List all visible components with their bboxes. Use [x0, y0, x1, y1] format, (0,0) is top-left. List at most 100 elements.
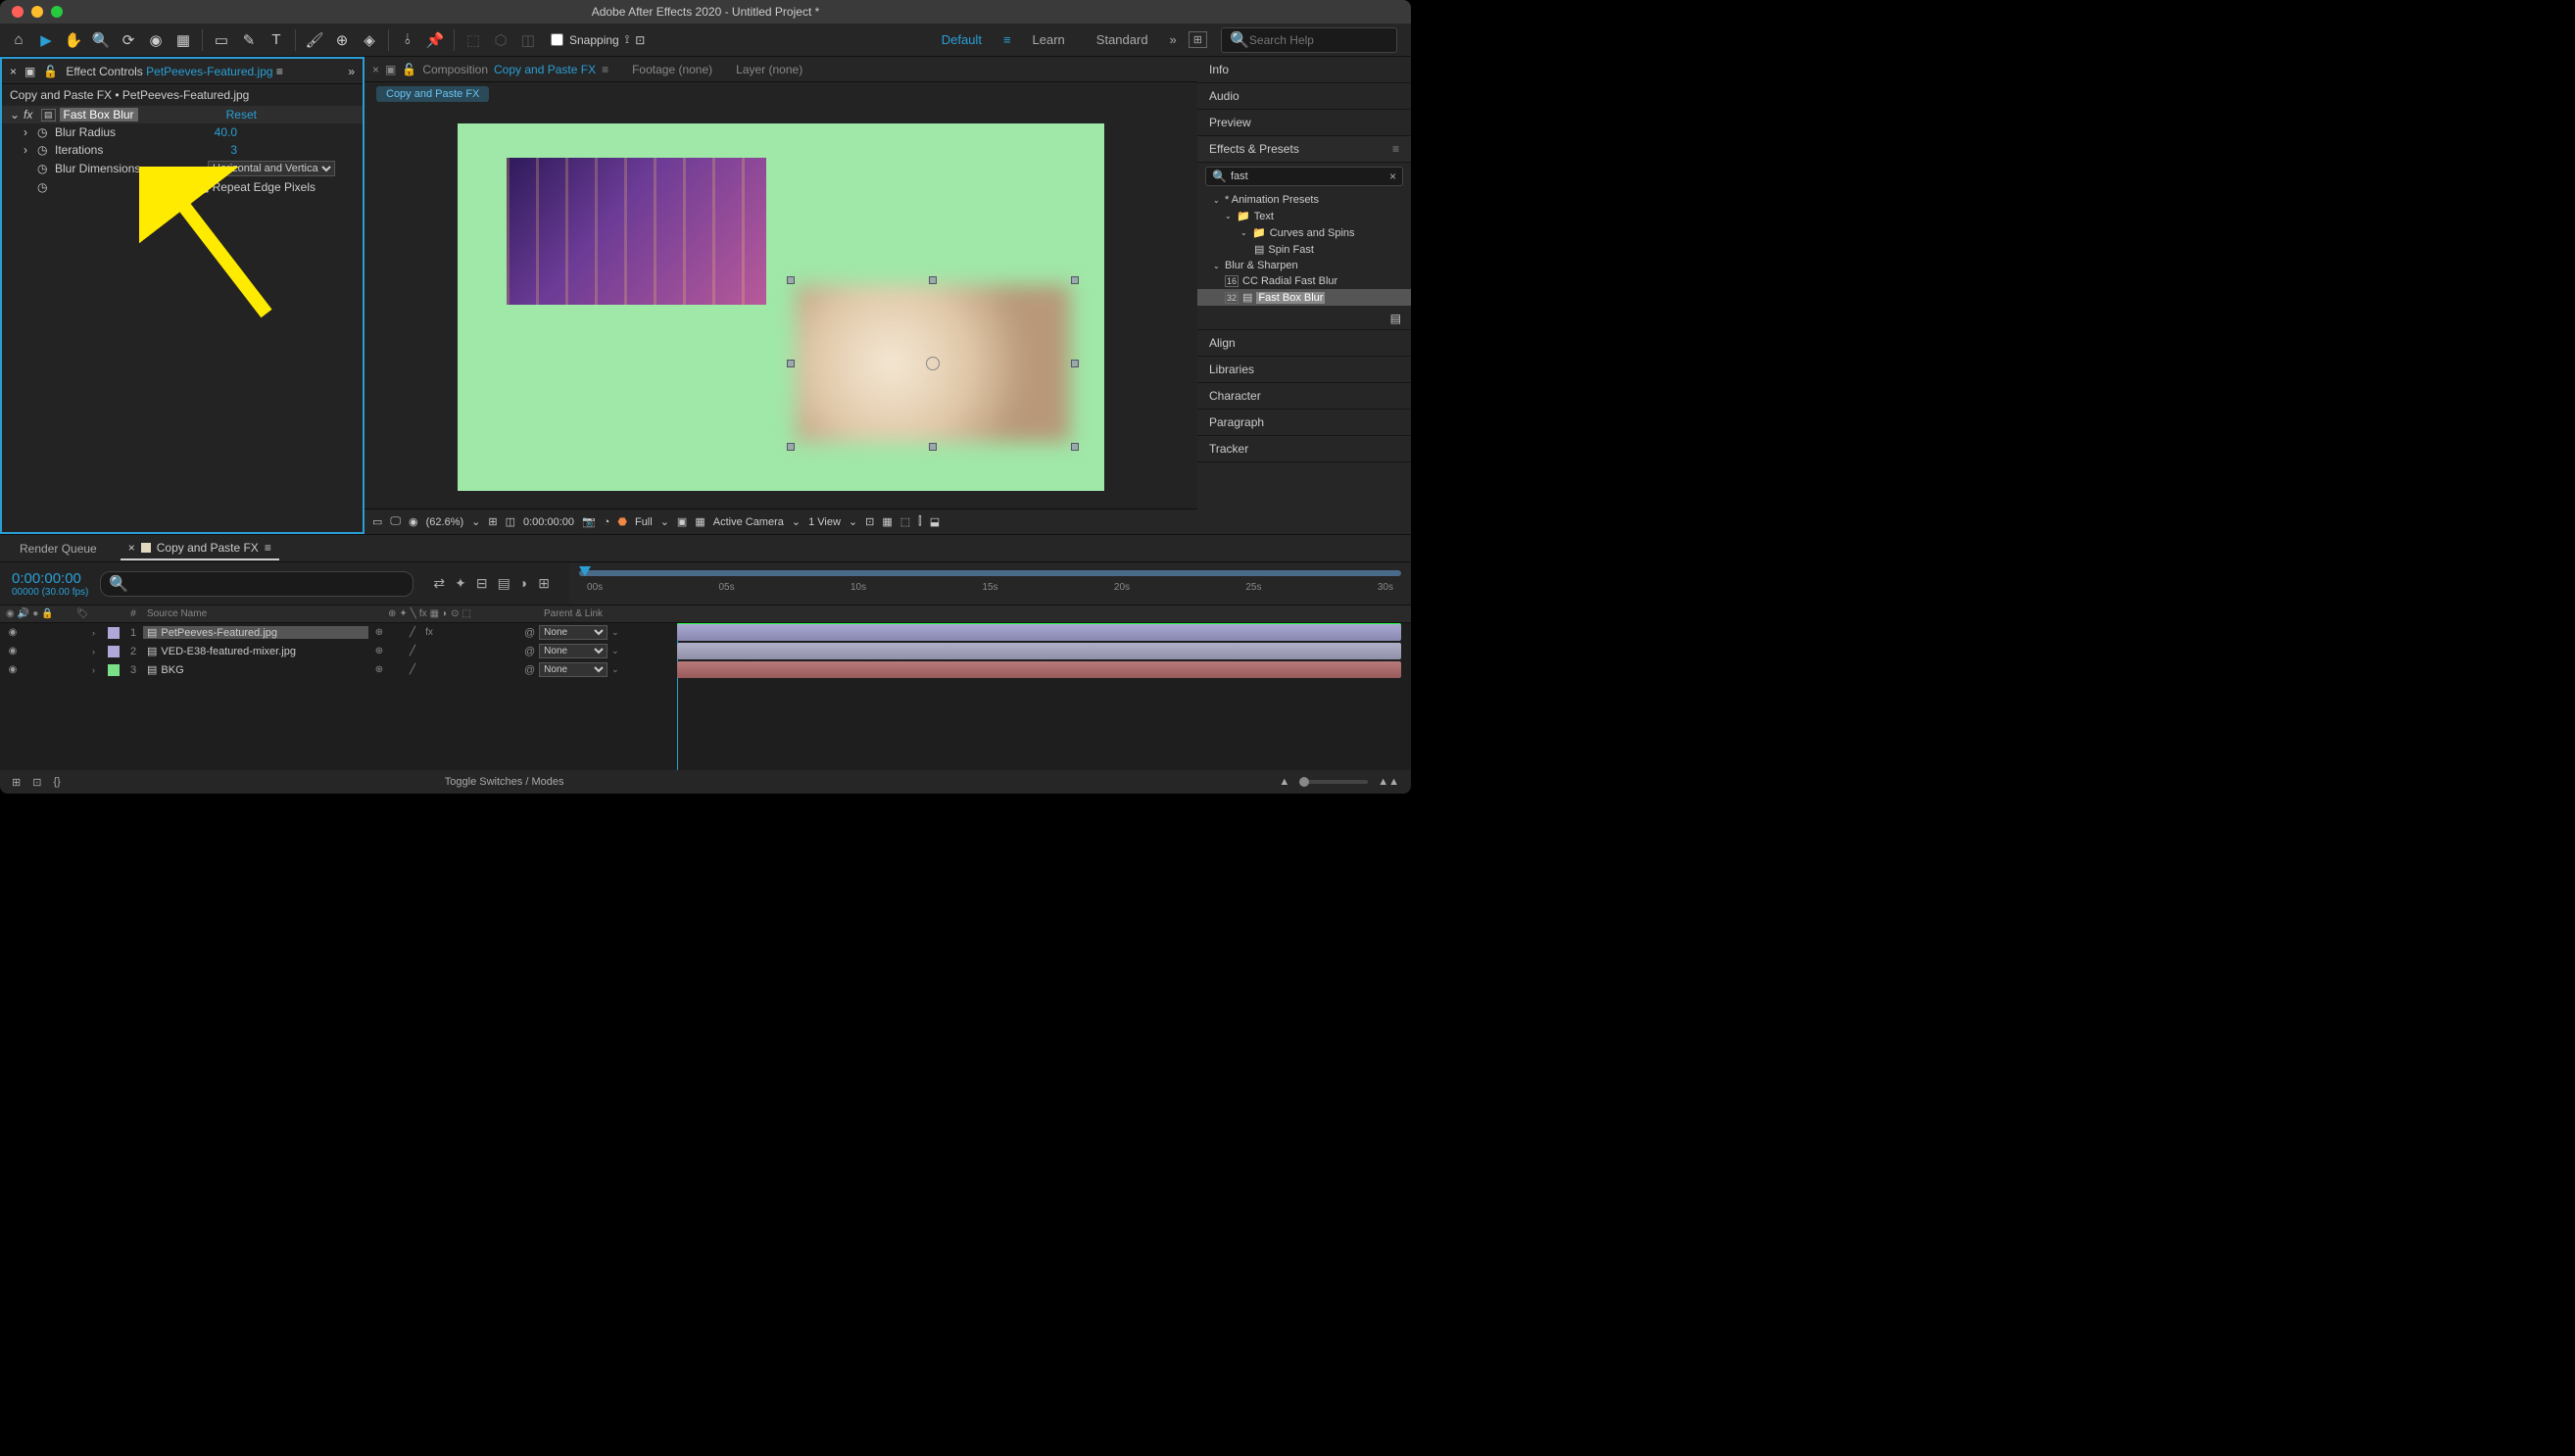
pickwhip-icon[interactable]: @ [524, 664, 535, 676]
transparency-icon[interactable]: ▦ [695, 515, 704, 528]
repeat-edge-checkbox[interactable] [197, 181, 209, 193]
footer-icon-1[interactable]: ⊞ [12, 776, 21, 789]
snapping-options-icon[interactable]: ⟟ [625, 32, 629, 47]
chevron-down-icon[interactable]: ⌄ [660, 515, 669, 528]
clear-search-icon[interactable]: × [1389, 170, 1396, 183]
stopwatch-icon[interactable]: ◷ [37, 143, 51, 157]
chevron-down-icon[interactable]: ⌄ [849, 515, 857, 528]
color-icon[interactable]: ⬣ [617, 515, 627, 528]
snapping-toggle[interactable]: Snapping ⟟ ⊡ [551, 32, 645, 47]
tree-text[interactable]: ⌄📁Text [1197, 208, 1411, 224]
type-tool[interactable]: T [264, 27, 289, 53]
help-search[interactable]: 🔍 [1221, 27, 1397, 53]
tab-close-icon[interactable]: × [372, 63, 379, 76]
puppet-tool[interactable]: 📌 [422, 27, 448, 53]
layer-color-swatch[interactable] [108, 646, 120, 657]
guides-icon[interactable]: ◫ [506, 515, 515, 528]
mask-icon[interactable]: ◉ [409, 515, 418, 528]
panel-libraries[interactable]: Libraries [1197, 357, 1411, 383]
composition-canvas[interactable] [458, 123, 1104, 491]
presets-search-input[interactable] [1231, 170, 1389, 182]
magnification-icon[interactable]: ▭ [372, 515, 382, 528]
panel-paragraph[interactable]: Paragraph [1197, 410, 1411, 436]
panel-close-icon[interactable]: × [10, 65, 17, 78]
composition-tab[interactable]: × ▣ 🔓 Composition Copy and Paste FX ≡ [372, 63, 608, 76]
presets-search[interactable]: 🔍 × [1205, 167, 1403, 186]
camera-tool[interactable]: ▦ [170, 27, 196, 53]
visibility-icon[interactable]: ◉ [6, 627, 20, 638]
tree-curves-spins[interactable]: ⌄📁Curves and Spins [1197, 224, 1411, 241]
shy-icon-toggle[interactable]: ⊟ [476, 575, 488, 592]
roto-brush-tool[interactable]: ⫰ [395, 27, 420, 53]
workspace-default[interactable]: Default [932, 28, 992, 51]
handle-mid-right[interactable] [1071, 360, 1079, 367]
view-opt-icon[interactable]: ⊡ [865, 515, 874, 528]
workspace-reset-icon[interactable]: ⊞ [1189, 31, 1207, 48]
handle-bottom-right[interactable] [1071, 443, 1079, 451]
switch-quality[interactable]: ╱ [406, 627, 419, 638]
grid-icon[interactable]: ⊞ [488, 515, 497, 528]
switch-shy[interactable]: ⊕ [372, 627, 386, 638]
zoom-tool[interactable]: 🔍 [88, 27, 114, 53]
snapshot-icon[interactable]: 📷 [582, 515, 596, 528]
display-icon[interactable]: 🖵 [390, 515, 401, 528]
motion-blur-icon[interactable]: ◗ [520, 575, 528, 592]
view-opt-icon-5[interactable]: ⬓ [930, 515, 940, 528]
tab-dock-icon[interactable]: ▣ [385, 63, 396, 76]
home-button[interactable]: ⌂ [6, 27, 31, 53]
panel-effects-presets[interactable]: Effects & Presets ≡ [1197, 136, 1411, 163]
iterations-value[interactable]: 3 [230, 143, 237, 157]
timeline-comp-tab[interactable]: × Copy and Paste FX ≡ [121, 537, 279, 560]
snapping-options-icon-2[interactable]: ⊡ [635, 33, 645, 47]
parent-dropdown[interactable]: None [539, 625, 607, 640]
draft-3d-icon[interactable]: ✦ [455, 575, 466, 592]
new-bin-icon[interactable]: ▤ [1390, 312, 1401, 325]
effect-twirl-icon[interactable]: ⌄ [10, 108, 20, 121]
parent-dropdown[interactable]: None [539, 644, 607, 658]
switch-shy[interactable]: ⊕ [372, 664, 386, 675]
roi-icon[interactable]: ▣ [677, 515, 687, 528]
view-opt-icon-4[interactable]: ⫿ [918, 515, 922, 528]
handle-top-center[interactable] [929, 276, 937, 284]
timeline-search-input[interactable] [128, 578, 405, 590]
layer-tab[interactable]: Layer (none) [736, 63, 802, 76]
footage-tab[interactable]: Footage (none) [632, 63, 712, 76]
frame-blend-icon[interactable]: ▤ [498, 575, 510, 592]
tab-lock-icon[interactable]: 🔓 [402, 63, 416, 76]
prop-twirl-icon[interactable]: › [24, 143, 33, 157]
zoom-out-icon[interactable]: ▲ [1279, 776, 1289, 788]
zoom-slider[interactable] [1299, 780, 1368, 784]
panel-align[interactable]: Align [1197, 330, 1411, 357]
layer-mixer-image[interactable] [507, 158, 766, 305]
comp-flowchart-tab[interactable]: Copy and Paste FX [376, 86, 489, 102]
playhead-icon[interactable] [579, 566, 591, 576]
stopwatch-icon[interactable]: ◷ [37, 125, 51, 139]
panel-menu-icon[interactable]: ≡ [1392, 142, 1399, 156]
prop-twirl-icon[interactable]: › [24, 125, 33, 139]
blur-radius-value[interactable]: 40.0 [215, 125, 237, 139]
col-source-header[interactable]: Source Name [143, 608, 384, 619]
panel-preview[interactable]: Preview [1197, 110, 1411, 136]
layer-twirl-icon[interactable]: › [92, 628, 104, 638]
clone-stamp-tool[interactable]: ⊕ [329, 27, 355, 53]
visibility-icon[interactable]: ◉ [6, 664, 20, 675]
panel-info[interactable]: Info [1197, 57, 1411, 83]
effect-name[interactable]: Fast Box Blur [60, 108, 138, 121]
view-opt-icon-3[interactable]: ⬚ [900, 515, 910, 528]
switch-quality[interactable]: ╱ [406, 664, 419, 675]
hand-tool[interactable]: ✋ [61, 27, 86, 53]
tree-fast-box-blur[interactable]: 32▤Fast Box Blur [1197, 289, 1411, 306]
current-timecode[interactable]: 0:00:00:00 00000 (30.00 fps) [0, 570, 100, 598]
anchor-point-icon[interactable] [926, 357, 940, 370]
channel-icon[interactable]: ◔ [604, 516, 610, 528]
layer-bar-3[interactable] [677, 661, 1401, 678]
panel-character[interactable]: Character [1197, 383, 1411, 410]
toggle-switches-modes[interactable]: Toggle Switches / Modes [445, 776, 564, 788]
comp-mini-flowchart-icon[interactable]: ⇄ [433, 575, 445, 592]
workspace-menu-icon[interactable]: ≡ [1003, 32, 1011, 47]
layer-name[interactable]: ▤BKG [143, 663, 368, 676]
layer-name[interactable]: ▤PetPeeves-Featured.jpg [143, 626, 368, 639]
handle-bottom-left[interactable] [787, 443, 795, 451]
layer-color-swatch[interactable] [108, 664, 120, 676]
tree-animation-presets[interactable]: ⌄* Animation Presets [1197, 192, 1411, 208]
